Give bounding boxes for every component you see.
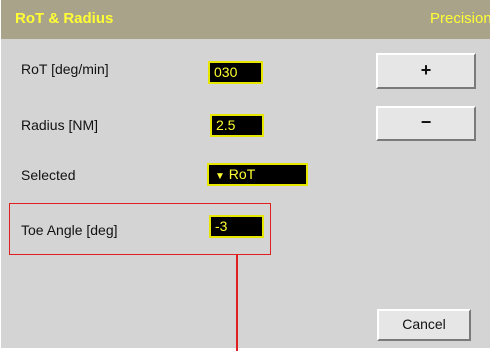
toe-angle-highlight-box <box>9 203 271 255</box>
increment-button[interactable]: + <box>376 53 476 89</box>
decrement-button[interactable]: − <box>376 106 476 141</box>
callout-leader-line <box>236 255 238 351</box>
cancel-button[interactable]: Cancel <box>377 309 471 341</box>
selected-label: Selected <box>21 167 76 183</box>
rot-radius-panel: RoT & Radius Precision RoT [deg/min] 030… <box>1 0 490 348</box>
mode-title: Precision <box>430 10 490 27</box>
radius-input[interactable]: 2.5 <box>210 114 264 137</box>
selected-dropdown[interactable]: ▼ RoT <box>207 163 308 186</box>
rot-input[interactable]: 030 <box>208 61 263 84</box>
triangle-down-icon: ▼ <box>215 171 225 182</box>
selected-value: RoT <box>228 166 256 182</box>
title-bar: RoT & Radius Precision <box>1 0 490 39</box>
rot-label: RoT [deg/min] <box>21 61 109 77</box>
panel-title: RoT & Radius <box>15 10 114 27</box>
radius-label: Radius [NM] <box>21 117 99 133</box>
